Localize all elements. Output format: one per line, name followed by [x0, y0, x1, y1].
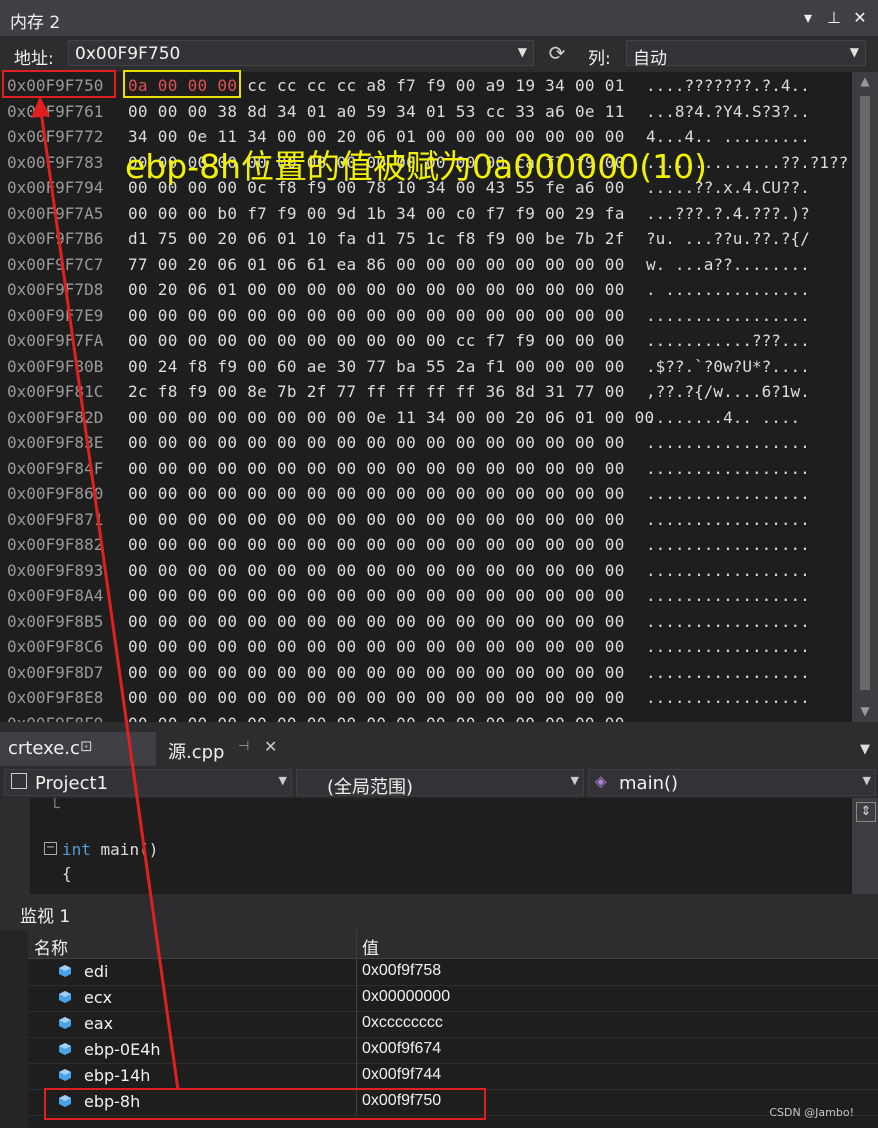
- watermark: CSDN @Jambo!: [769, 1106, 854, 1119]
- annotation-arrow: [31, 96, 180, 1091]
